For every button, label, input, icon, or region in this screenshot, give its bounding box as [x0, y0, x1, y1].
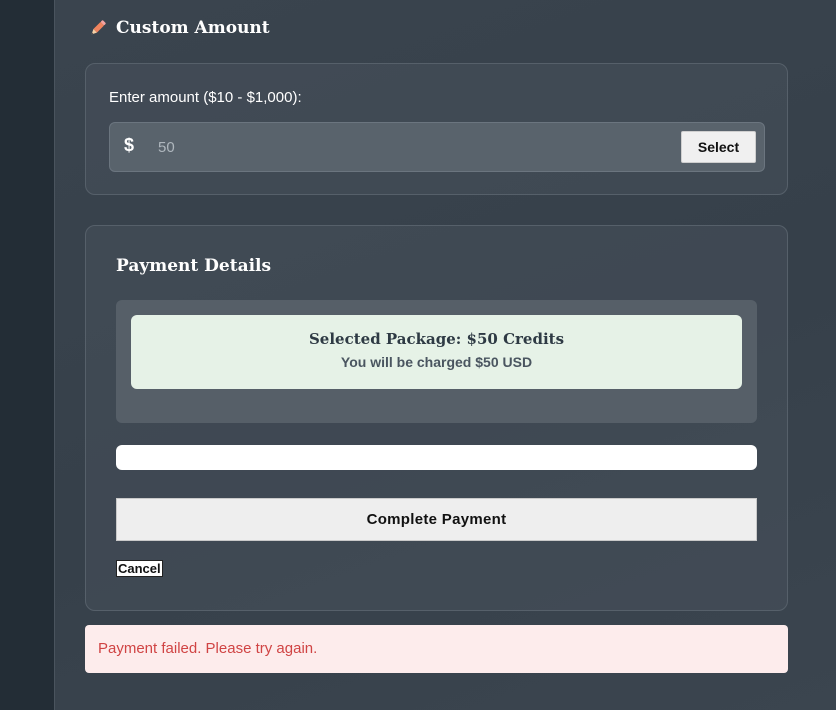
- error-message: Payment failed. Please try again.: [98, 640, 318, 657]
- amount-label: Enter amount ($10 - $1,000):: [109, 89, 302, 106]
- custom-amount-title: Custom Amount: [116, 18, 270, 38]
- amount-input[interactable]: [148, 133, 668, 161]
- charge-amount-text: You will be charged $50 USD: [340, 354, 533, 370]
- currency-symbol: $: [124, 135, 135, 155]
- complete-payment-button[interactable]: Complete Payment: [116, 498, 757, 541]
- select-button[interactable]: Select: [681, 131, 756, 163]
- package-summary: [131, 315, 742, 389]
- pencil-icon: [91, 20, 106, 35]
- selected-package-text: Selected Package: $50 Credits: [308, 330, 565, 348]
- payment-details-title: Payment Details: [116, 256, 272, 276]
- cancel-button[interactable]: Cancel: [116, 560, 163, 577]
- custom-amount-heading: Custom Amount: [88, 18, 270, 38]
- card-element-field[interactable]: [116, 445, 757, 470]
